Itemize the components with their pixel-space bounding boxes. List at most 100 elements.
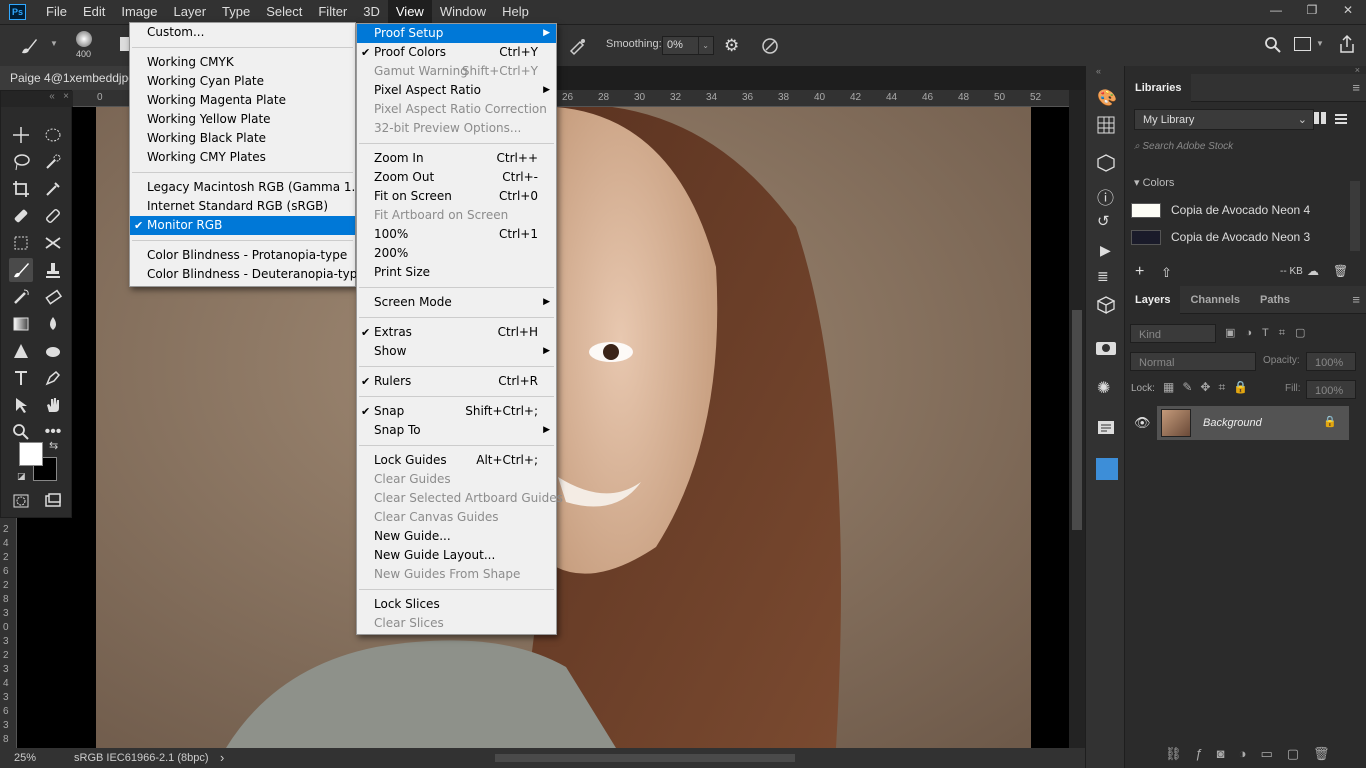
workspace-icon[interactable] xyxy=(1294,37,1311,51)
tab-layers[interactable]: Layers xyxy=(1125,285,1181,314)
proof-setup-item[interactable]: Working Magenta Plate xyxy=(130,91,355,110)
view-menu-item[interactable]: Show ▶ xyxy=(357,342,556,361)
proof-setup-item[interactable]: Color Blindness - Deuteranopia-type xyxy=(130,265,365,284)
eraser-icon[interactable] xyxy=(41,285,65,309)
pen-icon[interactable] xyxy=(41,366,65,390)
view-menu-item[interactable]: ✔ Rulers Ctrl+R xyxy=(357,372,556,391)
zoom-icon[interactable] xyxy=(9,420,33,444)
clone-stamp-icon[interactable] xyxy=(41,258,65,282)
chevron-down-icon[interactable]: ▼ xyxy=(1316,39,1324,48)
menu-type[interactable]: Type xyxy=(214,0,258,24)
layers-footer-icons[interactable]: ⛓ƒ◙◑▭▢🗑 xyxy=(1165,746,1344,762)
proof-setup-item[interactable]: Custom... xyxy=(130,23,355,42)
menu-select[interactable]: Select xyxy=(258,0,310,24)
path-selection-icon[interactable] xyxy=(9,393,33,417)
brush-preview-icon[interactable] xyxy=(76,31,92,47)
eye-icon[interactable]: 👁 xyxy=(1134,415,1151,431)
menu-file[interactable]: File xyxy=(38,0,75,24)
view-menu-item[interactable]: Screen Mode ▶ xyxy=(357,293,556,312)
proof-setup-item[interactable]: ✔ Monitor RGB xyxy=(130,216,355,235)
toolbox-header[interactable]: « × xyxy=(1,91,73,107)
default-colors-icon[interactable]: ◪ xyxy=(17,471,26,482)
opacity-input[interactable]: 100% xyxy=(1306,352,1356,371)
dropdown-arrow-icon[interactable]: ▼ xyxy=(50,39,58,48)
brushes-icon[interactable]: ≣ xyxy=(1097,268,1109,285)
menu-3d[interactable]: 3D xyxy=(355,0,388,24)
view-menu-item[interactable]: Pixel Aspect Ratio ▶ xyxy=(357,81,556,100)
trash-icon[interactable]: 🗑 xyxy=(1333,264,1348,278)
content-aware-move-icon[interactable] xyxy=(41,231,65,255)
dodge-icon[interactable] xyxy=(9,339,33,363)
eyedropper-icon[interactable] xyxy=(41,177,65,201)
view-menu-item[interactable]: ✔ Extras Ctrl+H xyxy=(357,323,556,342)
sponge-icon[interactable] xyxy=(41,339,65,363)
view-menu-item[interactable]: Print Size xyxy=(357,263,556,282)
frame-icon[interactable] xyxy=(9,231,33,255)
brush-icon[interactable] xyxy=(9,258,33,282)
view-menu-item[interactable]: Fit on Screen Ctrl+0 xyxy=(357,187,556,206)
smoothing-input[interactable]: 0% ⌄ xyxy=(662,36,714,55)
colors-section-header[interactable]: ▾ Colors xyxy=(1134,176,1174,189)
close-button[interactable]: ✕ xyxy=(1330,0,1366,20)
info-icon[interactable]: ⓘ xyxy=(1097,184,1114,209)
panel-menu-icon[interactable]: ≡ xyxy=(1352,74,1360,102)
collapse-icon[interactable]: « xyxy=(1096,66,1101,76)
marquee-icon[interactable] xyxy=(41,123,65,147)
history-brush-icon[interactable] xyxy=(9,285,33,309)
tab-channels[interactable]: Channels xyxy=(1180,286,1250,314)
menu-window[interactable]: Window xyxy=(432,0,494,24)
cube-icon[interactable] xyxy=(1096,296,1116,319)
proof-setup-item[interactable]: Working CMYK xyxy=(130,53,355,72)
fill-input[interactable]: 100% xyxy=(1306,380,1356,399)
proof-setup-item[interactable]: Working Cyan Plate xyxy=(130,72,355,91)
proof-setup-item[interactable]: Working Yellow Plate xyxy=(130,110,355,129)
proof-setup-item[interactable]: Working Black Plate xyxy=(130,129,355,148)
brush-tool-icon[interactable] xyxy=(18,35,40,62)
menu-filter[interactable]: Filter xyxy=(310,0,355,24)
chevron-down-icon[interactable]: ⌄ xyxy=(698,37,709,54)
hand-icon[interactable] xyxy=(41,393,65,417)
view-menu-item[interactable]: Lock Slices xyxy=(357,595,556,614)
proof-setup-item[interactable]: Legacy Macintosh RGB (Gamma 1.8) xyxy=(130,178,368,197)
view-menu-item[interactable]: ✔ Snap Shift+Ctrl+; xyxy=(357,402,556,421)
healing-brush-icon[interactable] xyxy=(9,204,33,228)
quick-selection-icon[interactable] xyxy=(41,150,65,174)
swatches-icon[interactable] xyxy=(1097,116,1115,139)
scrollbar-thumb[interactable] xyxy=(1072,310,1082,530)
paragraph-icon[interactable] xyxy=(1097,418,1115,441)
view-menu-item[interactable]: 200% xyxy=(357,244,556,263)
move-icon[interactable] xyxy=(9,123,33,147)
gradient-icon[interactable] xyxy=(9,312,33,336)
view-menu-item[interactable]: New Guide Layout... xyxy=(357,546,556,565)
menu-edit[interactable]: Edit xyxy=(75,0,113,24)
list-view-icon[interactable] xyxy=(1335,112,1347,124)
layer-row[interactable]: Background 🔒 xyxy=(1157,406,1349,440)
layer-filter-select[interactable]: Kind xyxy=(1130,324,1216,343)
plugin-icon[interactable] xyxy=(1096,458,1118,480)
tab-libraries[interactable]: Libraries xyxy=(1125,73,1192,102)
view-menu-item[interactable]: Lock Guides Alt+Ctrl+; xyxy=(357,451,556,470)
stock-search-input[interactable]: ⌕ Search Adobe Stock xyxy=(1134,141,1354,156)
color-panel-icon[interactable]: 🎨 xyxy=(1097,88,1117,108)
camera-icon[interactable] xyxy=(1095,338,1117,361)
view-menu-item[interactable]: 100% Ctrl+1 xyxy=(357,225,556,244)
menu-help[interactable]: Help xyxy=(494,0,537,24)
chevron-right-icon[interactable]: › xyxy=(220,750,224,765)
swap-colors-icon[interactable]: ⇆ xyxy=(49,439,58,452)
menu-view[interactable]: View xyxy=(387,0,432,24)
document-tab[interactable]: Paige 4@1xembeddjpe xyxy=(0,66,130,90)
proof-setup-item[interactable]: Working CMY Plates xyxy=(130,148,355,167)
blend-mode-select[interactable]: Normal xyxy=(1130,352,1256,371)
vertical-ruler[interactable]: 2 4 2 6 2 8 3 0 3 2 3 4 3 6 3 8 xyxy=(0,518,17,748)
lock-icons[interactable]: ▦✎✥⌗🔒 xyxy=(1163,380,1256,395)
proof-setup-item[interactable]: Internet Standard RGB (sRGB) xyxy=(130,197,355,216)
history-icon[interactable]: ↺ xyxy=(1097,212,1110,230)
type-icon[interactable] xyxy=(9,366,33,390)
view-menu-item[interactable]: Zoom Out Ctrl+- xyxy=(357,168,556,187)
view-menu-item[interactable]: Zoom In Ctrl++ xyxy=(357,149,556,168)
tab-paths[interactable]: Paths xyxy=(1250,286,1300,314)
lasso-icon[interactable] xyxy=(9,150,33,174)
upload-icon[interactable]: ⇧ xyxy=(1161,265,1172,281)
screen-mode-icon[interactable] xyxy=(41,489,65,513)
library-swatch[interactable]: Copia de Avocado Neon 4 xyxy=(1131,198,1310,222)
